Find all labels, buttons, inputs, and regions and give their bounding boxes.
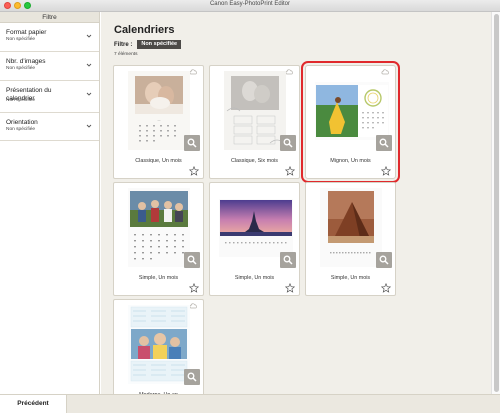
zoom-button[interactable]: [376, 135, 392, 151]
zoom-button[interactable]: [280, 135, 296, 151]
chevron-down-icon: [86, 34, 92, 38]
main-content: Calendriers Filtre : Non spécifiée 7 élé…: [101, 12, 491, 413]
title-bar: Canon Easy-PhotoPrint Editor: [0, 0, 500, 12]
zoom-button[interactable]: [184, 369, 200, 385]
filter-label: Filtre :: [114, 41, 133, 48]
magnifier-icon: [283, 255, 293, 265]
filter-value: Non spécifiée: [6, 66, 36, 71]
chevron-down-icon: [86, 124, 92, 128]
zoom-button[interactable]: [184, 135, 200, 151]
magnifier-icon: [187, 138, 197, 148]
filter-value: Non spécifiée: [6, 127, 36, 132]
cloud-download-icon: [189, 303, 197, 309]
template-label: Classique, Un mois: [135, 158, 182, 164]
template-card[interactable]: Simple, Un mois: [209, 182, 300, 296]
template-card-selected[interactable]: Mignon, Un mois: [301, 61, 400, 183]
magnifier-icon: [187, 255, 197, 265]
filter-tag: Non spécifiée: [137, 40, 182, 49]
filter-title: Nbr. d'images: [6, 58, 46, 65]
filter-orientation[interactable]: Orientation Non spécifiée: [0, 113, 99, 141]
favorite-star-icon[interactable]: [381, 283, 391, 293]
favorite-star-icon[interactable]: [189, 166, 199, 176]
page-title: Calendriers: [114, 24, 175, 36]
template-thumbnail: [320, 188, 382, 267]
template-card[interactable]: Simple, Un mois: [113, 182, 204, 296]
cloud-download-icon: [381, 69, 389, 75]
favorite-star-icon[interactable]: [189, 283, 199, 293]
template-card[interactable]: Classique, Six mois: [209, 65, 300, 179]
back-button[interactable]: Précédent: [0, 395, 67, 413]
vertical-scrollbar[interactable]: [491, 12, 500, 394]
zoom-button[interactable]: [376, 252, 392, 268]
filter-image-count[interactable]: Nbr. d'images Non spécifiée: [0, 52, 99, 81]
template-thumbnail: [128, 305, 190, 384]
template-thumbnail: [219, 199, 293, 257]
filter-value: Non spécifiée: [6, 98, 36, 103]
template-label: Simple, Un mois: [234, 275, 275, 281]
footer-bar: Précédent: [0, 394, 500, 413]
favorite-star-icon[interactable]: [285, 283, 295, 293]
template-thumbnail: [315, 82, 389, 140]
chevron-down-icon: [86, 63, 92, 67]
magnifier-icon: [379, 138, 389, 148]
template-thumbnail: —: [128, 71, 190, 150]
filter-title: Orientation: [6, 119, 38, 126]
template-card[interactable]: Simple, Un mois: [305, 182, 396, 296]
cloud-download-icon: [285, 69, 293, 75]
magnifier-icon: [283, 138, 293, 148]
magnifier-icon: [379, 255, 389, 265]
favorite-star-icon[interactable]: [381, 166, 391, 176]
filter-paper-size[interactable]: Format papier Non spécifiée: [0, 23, 99, 52]
template-label: Simple, Un mois: [330, 275, 371, 281]
template-thumbnail: [128, 188, 190, 267]
template-thumbnail: [224, 71, 286, 150]
cloud-download-icon: [189, 69, 197, 75]
svg-text:—: —: [158, 118, 161, 122]
zoom-button[interactable]: [280, 252, 296, 268]
zoom-button[interactable]: [184, 252, 200, 268]
template-card[interactable]: — Classique, Un mois: [113, 65, 204, 179]
favorite-star-icon[interactable]: [285, 166, 295, 176]
template-label: Mignon, Un mois: [330, 158, 371, 164]
filter-title: Format papier: [6, 29, 47, 36]
chevron-down-icon: [86, 92, 92, 96]
filter-calendar-layout[interactable]: Présentation du calendrier Non spécifiée: [0, 81, 99, 113]
sidebar-header: Filtre: [0, 12, 99, 23]
active-filter: Filtre : Non spécifiée: [114, 40, 182, 49]
window-title: Canon Easy-PhotoPrint Editor: [209, 1, 291, 7]
filter-sidebar: Filtre Format papier Non spécifiée Nbr. …: [0, 12, 100, 394]
template-label: Classique, Six mois: [230, 158, 279, 164]
magnifier-icon: [187, 372, 197, 382]
scroll-thumb[interactable]: [494, 14, 499, 392]
template-label: Simple, Un mois: [138, 275, 179, 281]
filter-value: Non spécifiée: [6, 37, 36, 42]
item-count: 7 éléments: [114, 52, 138, 57]
